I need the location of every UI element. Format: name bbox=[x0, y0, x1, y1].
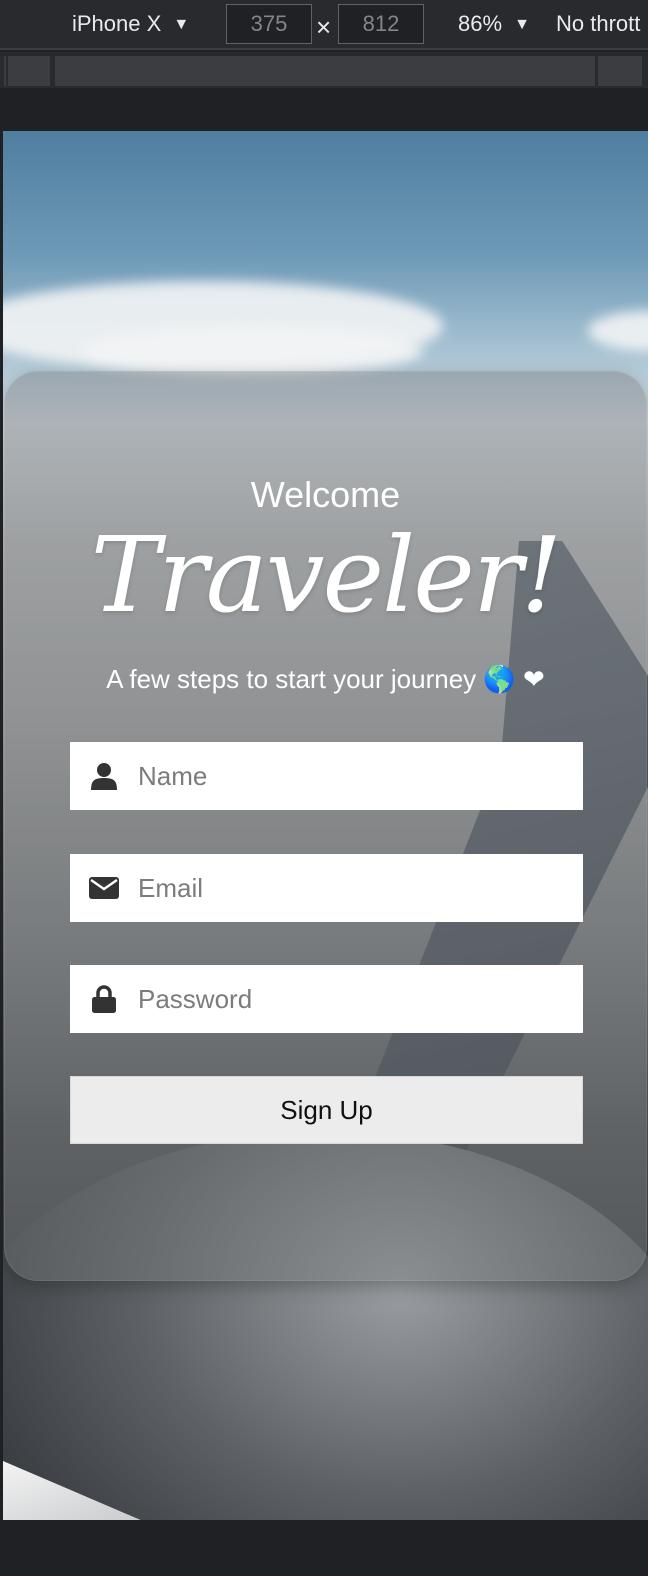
email-field[interactable] bbox=[70, 854, 583, 922]
device-viewport: Welcome Traveler! A few steps to start y… bbox=[3, 131, 648, 1520]
ruler-segment[interactable] bbox=[8, 56, 50, 86]
dimension-separator: × bbox=[316, 12, 332, 42]
user-icon bbox=[70, 742, 138, 810]
viewport-width-input[interactable]: 375 bbox=[226, 4, 312, 44]
envelope-icon bbox=[70, 854, 138, 922]
signup-card: Welcome Traveler! A few steps to start y… bbox=[4, 371, 647, 1281]
page-title: Traveler! bbox=[90, 514, 563, 636]
ruler-segment[interactable] bbox=[55, 56, 595, 86]
zoom-selector[interactable]: 86% ▼ bbox=[458, 11, 530, 37]
name-input[interactable] bbox=[138, 746, 558, 806]
throttle-selector[interactable]: No thrott bbox=[556, 11, 640, 37]
zoom-value: 86% bbox=[458, 11, 503, 36]
media-query-ruler bbox=[0, 52, 648, 88]
chevron-down-icon: ▼ bbox=[514, 16, 531, 33]
lock-icon bbox=[70, 965, 138, 1033]
password-field[interactable] bbox=[70, 965, 583, 1033]
devtools-device-toolbar: iPhone X ▼ 375 × 812 86% ▼ No thrott bbox=[0, 0, 648, 50]
sign-up-button[interactable]: Sign Up bbox=[70, 1076, 583, 1144]
welcome-heading: Welcome bbox=[250, 474, 401, 515]
ruler-segment[interactable] bbox=[4, 56, 6, 86]
cloud bbox=[588, 311, 648, 351]
chevron-down-icon: ▼ bbox=[173, 16, 190, 33]
password-input[interactable] bbox=[138, 969, 558, 1029]
email-input[interactable] bbox=[138, 858, 558, 918]
name-field[interactable] bbox=[70, 742, 583, 810]
cloud bbox=[83, 326, 423, 376]
device-name: iPhone X bbox=[72, 11, 162, 36]
subtitle: A few steps to start your journey 🌎 ❤ bbox=[106, 664, 545, 694]
devtools-bottom-area bbox=[0, 1520, 648, 1576]
ruler-segment[interactable] bbox=[598, 56, 642, 86]
viewport-height-input[interactable]: 812 bbox=[338, 4, 424, 44]
device-selector[interactable]: iPhone X ▼ bbox=[72, 11, 189, 37]
